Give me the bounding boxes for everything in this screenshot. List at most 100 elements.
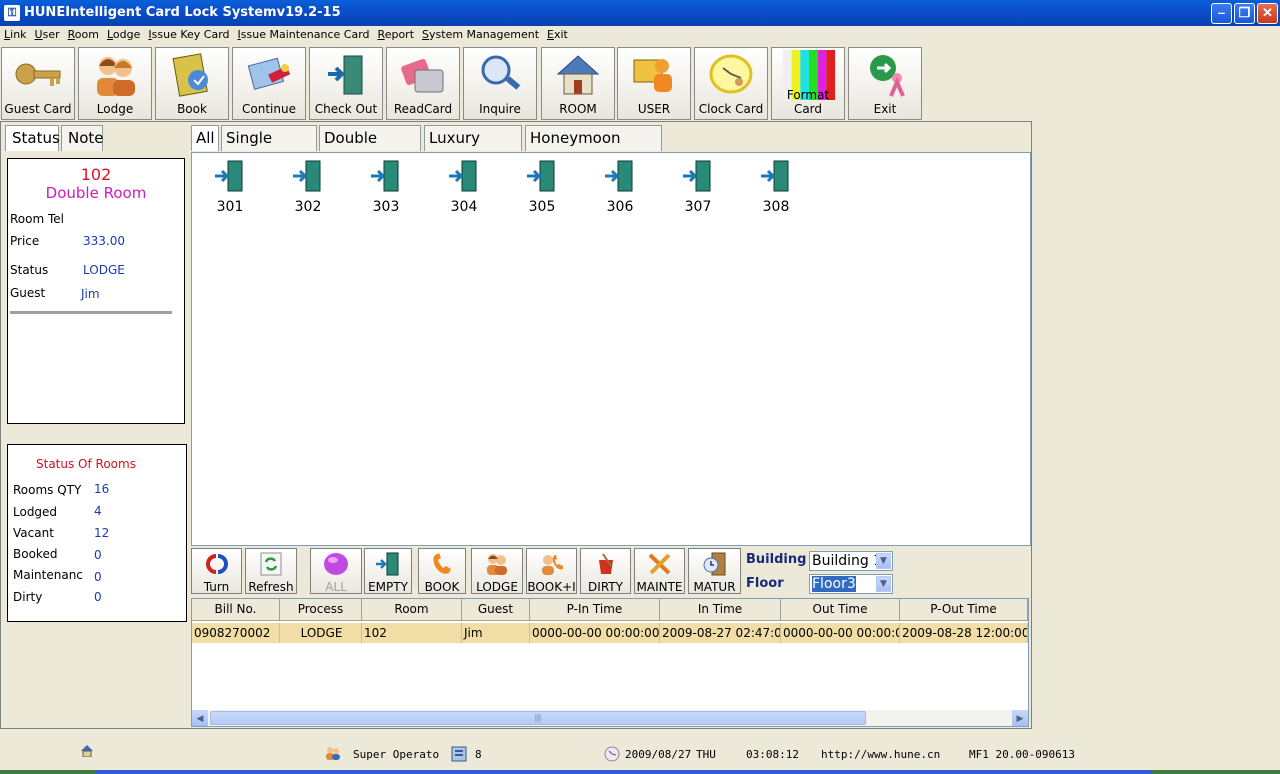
- lodge-filter-button[interactable]: LODGE: [471, 548, 523, 594]
- tab-double-room[interactable]: Double Room: [319, 125, 421, 171]
- close-button[interactable]: ✕: [1257, 3, 1278, 24]
- continue-button[interactable]: Continue: [232, 47, 306, 120]
- check-out-button[interactable]: Check Out: [309, 47, 383, 120]
- stat-label: Dirty: [13, 590, 43, 604]
- menu-link[interactable]: Link: [0, 26, 31, 44]
- window-title: HUNEIntelligent Card Lock Systemv19.2-15: [24, 5, 341, 20]
- column-header[interactable]: Bill No.: [192, 599, 280, 621]
- dirty-filter-button[interactable]: DIRTY: [580, 548, 631, 594]
- room-stats-title: Status Of Rooms: [36, 457, 136, 471]
- room-grid: 301 302 303 304 305 306 307 308: [191, 152, 1031, 546]
- column-header[interactable]: Room: [362, 599, 462, 621]
- room-area: All Single Room Double Room Luxury Room …: [189, 122, 1031, 728]
- maximize-button[interactable]: ❐: [1234, 3, 1255, 24]
- maturity-filter-button[interactable]: MATUR: [688, 548, 741, 594]
- room-tile[interactable]: 305: [512, 159, 572, 219]
- scroll-left-icon[interactable]: ◀: [192, 710, 208, 726]
- read-card-button[interactable]: ReadCard: [386, 47, 460, 120]
- house-icon: [556, 55, 600, 95]
- clock-icon: [604, 746, 620, 762]
- turn-arrows-icon: [205, 554, 228, 574]
- key-icon: [15, 63, 61, 86]
- column-header[interactable]: Guest: [462, 599, 530, 621]
- book-icon: [172, 53, 208, 97]
- menu-exit[interactable]: Exit: [543, 26, 572, 44]
- door-icon: [449, 160, 477, 192]
- cell-in-time: 2009-08-27 02:47:07: [660, 623, 781, 643]
- format-card-button[interactable]: Format Card: [771, 47, 845, 120]
- room-tile[interactable]: 301: [200, 159, 260, 219]
- column-header[interactable]: In Time: [660, 599, 781, 621]
- room-tile[interactable]: 302: [278, 159, 338, 219]
- room-tile[interactable]: 303: [356, 159, 416, 219]
- status-bar: Super Operato 8 2009/08/27 THU 03:08:12 …: [0, 736, 1280, 774]
- room-tile[interactable]: 306: [590, 159, 650, 219]
- room-tile[interactable]: 304: [434, 159, 494, 219]
- clock-card-button[interactable]: Clock Card: [694, 47, 768, 120]
- empty-filter-button[interactable]: EMPTY: [364, 548, 412, 594]
- turn-button[interactable]: Turn: [191, 548, 242, 594]
- scroll-thumb[interactable]: |||: [210, 711, 866, 725]
- menu-system-management[interactable]: System Management: [418, 26, 543, 44]
- table-header: Bill No. Process Room Guest P-In Time In…: [192, 599, 1028, 621]
- menu-room[interactable]: Room: [64, 26, 103, 44]
- menu-issue-maintenance-card[interactable]: Issue Maintenance Card: [234, 26, 374, 44]
- room-button[interactable]: ROOM: [541, 47, 615, 120]
- menu-bar: Link User Room Lodge Issue Key Card Issue Mai…: [0, 26, 1280, 46]
- price-value: 333.00: [83, 234, 125, 248]
- home-icon: [81, 745, 93, 757]
- tab-honeymoon-room[interactable]: Honeymoon Room: [525, 125, 662, 171]
- status-value: LODGE: [83, 263, 125, 277]
- tab-status[interactable]: Status: [5, 125, 60, 151]
- status-url[interactable]: http://www.hune.cn: [821, 748, 940, 761]
- stat-value: 12: [94, 526, 110, 540]
- room-tile[interactable]: 308: [746, 159, 806, 219]
- lodge-button[interactable]: Lodge: [78, 47, 152, 120]
- maintenance-filter-button[interactable]: MAINTE: [634, 548, 685, 594]
- guests-icon: [487, 554, 507, 575]
- tab-note[interactable]: Note: [61, 125, 104, 151]
- book-lodge-filter-button[interactable]: BOOK+I: [526, 548, 577, 594]
- stat-value: 0: [94, 548, 102, 562]
- door-icon: [371, 160, 399, 192]
- floor-select[interactable]: Floor3 ▼: [809, 574, 893, 594]
- column-header[interactable]: Out Time: [781, 599, 900, 621]
- status-label: Status: [10, 263, 49, 277]
- column-header[interactable]: Process: [280, 599, 362, 621]
- guest-card-button[interactable]: Guest Card: [1, 47, 75, 120]
- menu-user[interactable]: User: [31, 26, 64, 44]
- menu-lodge[interactable]: Lodge: [103, 26, 144, 44]
- book-filter-button[interactable]: BOOK: [418, 548, 466, 594]
- status-version: MF1 20.00-090613: [969, 748, 1075, 761]
- book-button[interactable]: Book: [155, 47, 229, 120]
- toolbar: Guest Card Lodge Book Continue Check Out…: [0, 46, 1280, 122]
- scroll-right-icon[interactable]: ▶: [1012, 710, 1028, 726]
- exit-button[interactable]: Exit: [848, 47, 922, 120]
- minimize-button[interactable]: –: [1211, 3, 1232, 24]
- all-filter-button[interactable]: ALL: [310, 548, 362, 594]
- menu-report[interactable]: Report: [374, 26, 418, 44]
- cell-guest: Jim: [462, 623, 530, 643]
- tab-single-room[interactable]: Single Room: [221, 125, 317, 171]
- chevron-down-icon[interactable]: ▼: [876, 576, 891, 592]
- stat-value: 0: [94, 570, 102, 584]
- room-tile[interactable]: 307: [668, 159, 728, 219]
- stat-value: 4: [94, 504, 102, 518]
- door-icon: [761, 160, 789, 192]
- refresh-button[interactable]: Refresh: [245, 548, 297, 594]
- inquire-button[interactable]: Inquire: [463, 47, 537, 120]
- tab-all[interactable]: All: [191, 125, 219, 151]
- app-icon: ⚿: [4, 5, 20, 21]
- building-select[interactable]: Building 1 ▼: [809, 551, 893, 571]
- column-header[interactable]: P-In Time: [530, 599, 660, 621]
- tab-luxury-room[interactable]: Luxury Room: [424, 125, 522, 171]
- table-row[interactable]: 0908270002 LODGE 102 Jim 0000-00-00 00:0…: [192, 623, 1028, 643]
- bucket-icon: [598, 553, 613, 574]
- clock-icon: [709, 54, 753, 94]
- horizontal-scrollbar[interactable]: ◀ ||| ▶: [192, 710, 1028, 726]
- user-button[interactable]: USER: [617, 47, 691, 120]
- building-label: Building: [746, 552, 807, 567]
- menu-issue-key-card[interactable]: Issue Key Card: [144, 26, 233, 44]
- column-header[interactable]: P-Out Time: [900, 599, 1028, 621]
- chevron-down-icon[interactable]: ▼: [876, 553, 891, 569]
